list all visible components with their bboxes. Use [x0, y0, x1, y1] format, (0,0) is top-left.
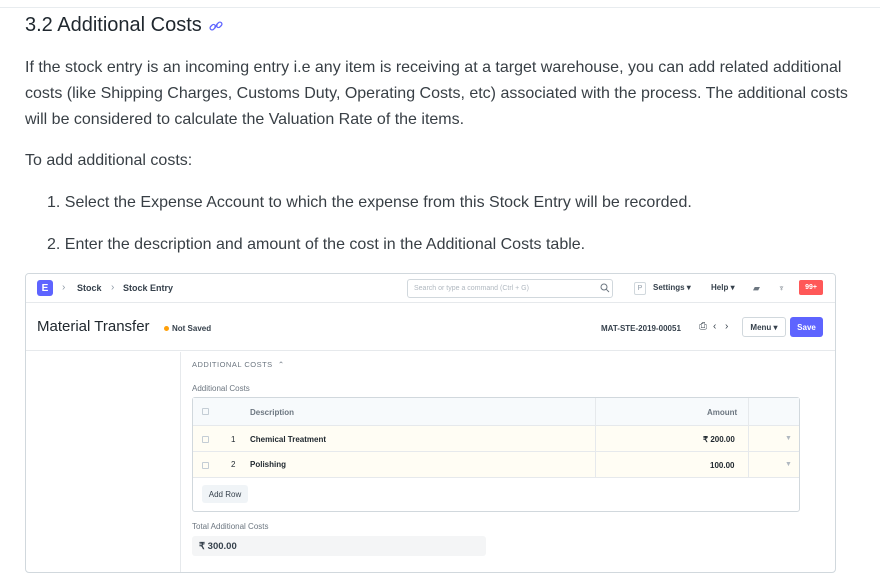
user-avatar[interactable]: P: [634, 282, 646, 295]
table-row[interactable]: 2 Polishing 100.00 ▼: [193, 452, 799, 478]
column-divider: [595, 398, 596, 478]
table-row[interactable]: 1 Chemical Treatment ₹ 200.00 ▼: [193, 426, 799, 452]
help-menu[interactable]: Help ▾: [711, 283, 735, 292]
next-icon[interactable]: ›: [725, 321, 728, 332]
select-all-checkbox[interactable]: [202, 408, 209, 415]
total-label: Total Additional Costs: [192, 522, 269, 531]
row-amount[interactable]: 100.00: [710, 461, 734, 470]
row-dropdown-icon[interactable]: ▼: [785, 435, 792, 442]
add-row-button[interactable]: Add Row: [202, 485, 248, 503]
chevron-right-icon: ›: [111, 282, 115, 293]
help-label: Help: [711, 283, 729, 292]
intro-paragraph: If the stock entry is an incoming entry …: [25, 59, 848, 128]
app-logo[interactable]: E: [37, 280, 53, 296]
menu-button[interactable]: Menu ▾: [742, 317, 786, 337]
sidebar: [26, 352, 181, 572]
field-label: Additional Costs: [192, 384, 250, 393]
to-add-paragraph: To add additional costs:: [25, 152, 193, 169]
status-dot-icon: [164, 326, 169, 331]
row-amount[interactable]: ₹ 200.00: [703, 435, 735, 444]
column-divider: [748, 398, 749, 478]
row-checkbox[interactable]: [202, 462, 209, 469]
table-header: Description Amount: [193, 398, 799, 426]
page-header: Material Transfer Not Saved MAT-STE-2019…: [26, 303, 835, 351]
breadcrumb-stock-entry[interactable]: Stock Entry: [123, 283, 173, 293]
step-1: 1. Select the Expense Account to which t…: [47, 194, 692, 211]
column-header-description: Description: [250, 408, 295, 417]
column-header-amount: Amount: [707, 408, 738, 417]
search-input[interactable]: Search or type a command (Ctrl + G): [407, 279, 613, 298]
section-heading: 3.2 Additional Costs: [25, 14, 224, 37]
settings-menu[interactable]: Settings ▾: [653, 283, 691, 292]
save-button[interactable]: Save: [790, 317, 823, 337]
section-heading-label: ADDITIONAL COSTS: [192, 360, 273, 369]
row-index: 2: [231, 460, 236, 469]
total-value: ₹ 300.00: [192, 536, 486, 556]
page-title: Material Transfer: [37, 318, 150, 335]
breadcrumb-stock[interactable]: Stock: [77, 283, 102, 293]
settings-label: Settings: [653, 283, 685, 292]
link-icon[interactable]: [208, 18, 224, 34]
embedded-screenshot: E › Stock › Stock Entry Search or type a…: [25, 273, 836, 573]
chevron-right-icon: ›: [62, 282, 66, 293]
form-body: ADDITIONAL COSTS ⌃ Additional Costs Desc…: [26, 352, 835, 572]
row-description[interactable]: Chemical Treatment: [250, 435, 326, 444]
document-id: MAT-STE-2019-00051: [601, 324, 681, 333]
row-checkbox[interactable]: [202, 436, 209, 443]
notifications-badge[interactable]: 99+: [799, 280, 823, 295]
section-title-text: 3.2 Additional Costs: [25, 14, 202, 36]
previous-icon[interactable]: ‹: [713, 321, 716, 332]
trophy-icon[interactable]: ♆: [778, 283, 785, 293]
row-dropdown-icon[interactable]: ▼: [785, 461, 792, 468]
app-navbar: E › Stock › Stock Entry Search or type a…: [26, 274, 835, 303]
step-2: 2. Enter the description and amount of t…: [47, 236, 586, 253]
additional-costs-table: Description Amount 1 Chemical Treatment …: [192, 397, 800, 512]
chat-icon[interactable]: ▰: [753, 283, 760, 294]
print-icon[interactable]: ⎙: [699, 321, 707, 332]
menu-label: Menu: [750, 322, 772, 332]
status-text: Not Saved: [172, 324, 212, 333]
section-collapse-header[interactable]: ADDITIONAL COSTS ⌃: [192, 360, 285, 369]
top-divider: [0, 7, 880, 8]
row-description[interactable]: Polishing: [250, 460, 286, 469]
search-icon[interactable]: [600, 283, 610, 293]
status-badge: Not Saved: [164, 324, 211, 333]
row-index: 1: [231, 435, 236, 444]
